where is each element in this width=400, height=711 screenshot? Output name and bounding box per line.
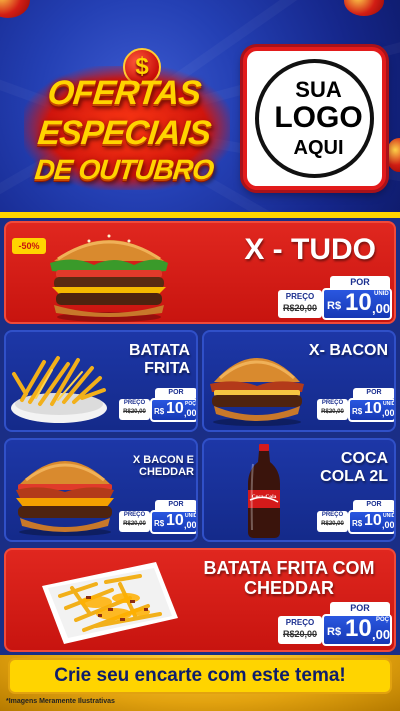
price-unit: UNID <box>383 513 396 519</box>
old-price-box: PREÇO R$20,00 <box>317 399 348 420</box>
header-banner: $ OFERTAS ESPECIAIS DE OUTUBRO SUA LOGO … <box>0 0 400 215</box>
price-preco-label: PREÇO <box>285 618 315 627</box>
product-card-x-bacon: X- BACON POR PREÇO R$20,00 R$ 10 UNID ,0… <box>202 330 396 432</box>
coin-decoration <box>386 138 400 172</box>
logo-placeholder: SUA LOGO AQUI <box>243 47 386 190</box>
cta-banner[interactable]: Crie seu encarte com este tema! <box>8 658 392 694</box>
price-currency: R$ <box>327 300 342 312</box>
price-integer: 10 <box>166 512 184 529</box>
price-preco-label: PREÇO <box>321 400 344 406</box>
title-line-especiais: ESPECIAIS <box>35 114 213 152</box>
price-currency: R$ <box>352 519 363 528</box>
old-price-box: PREÇO R$20,00 <box>278 290 322 318</box>
product-name: X BACON E CHEDDAR <box>132 454 194 479</box>
header-title: $ OFERTAS ESPECIAIS DE OUTUBRO <box>18 48 230 197</box>
price-tag: POR PREÇO R$20,00 R$ 10 UNID ,00 <box>119 500 198 536</box>
cheese-fries-illustration-icon <box>42 562 178 644</box>
burger-illustration-icon <box>16 461 114 536</box>
price-por-label: POR <box>353 500 394 510</box>
price-currency: R$ <box>154 519 165 528</box>
price-preco-label: PREÇO <box>123 400 146 406</box>
price-decimal: ,00 <box>372 301 391 316</box>
price-tag: POR PREÇO R$20,00 R$ 10 UNID ,00 <box>317 388 396 424</box>
product-name: BATATA FRITA <box>128 342 190 377</box>
product-card-coca-cola: Coca-Cola COCA COLA 2L POR PREÇO R$20,00… <box>202 438 396 542</box>
soda-bottle-illustration-icon: Coca-Cola <box>248 444 280 538</box>
product-name: X- BACON <box>308 342 388 359</box>
price-currency: R$ <box>154 407 165 416</box>
logo-circle: SUA LOGO AQUI <box>255 59 374 178</box>
price-unit: POÇ <box>376 617 390 623</box>
flyer-page: $ OFERTAS ESPECIAIS DE OUTUBRO SUA LOGO … <box>0 0 400 711</box>
old-price: R$20,00 <box>321 409 344 415</box>
price-unit: UNID <box>185 513 198 519</box>
price-tag: POR PREÇO R$20,00 R$ 10 UNID ,00 <box>317 500 396 536</box>
product-card-batata-frita: BATATA FRITA POR PREÇO R$20,00 R$ 10 POÇ… <box>4 330 198 432</box>
old-price: R$20,00 <box>282 303 318 313</box>
old-price: R$20,00 <box>321 521 344 527</box>
product-name: BATATA FRITA COM CHEDDAR <box>203 558 375 599</box>
price-tag: POR PREÇO R$20,00 R$ 10 POÇ ,00 <box>278 602 394 650</box>
discount-badge: -50% <box>12 238 46 254</box>
price-tag: POR PREÇO R$20,00 R$ 10 POÇ ,00 <box>119 388 197 424</box>
product-card-x-bacon-cheddar: X BACON E CHEDDAR POR PREÇO R$20,00 R$ 1… <box>4 438 198 542</box>
price-decimal: ,00 <box>184 520 197 530</box>
coin-decoration <box>344 0 384 16</box>
price-decimal: ,00 <box>372 627 391 642</box>
price-decimal: ,00 <box>382 520 395 530</box>
logo-text-aqui: AQUI <box>293 137 344 159</box>
price-integer: 10 <box>166 400 184 417</box>
logo-text-logo: LOGO <box>274 101 363 134</box>
old-price: R$20,00 <box>123 521 146 527</box>
product-name: X - TUDO <box>244 233 376 266</box>
old-price-box: PREÇO R$20,00 <box>119 511 150 532</box>
price-por-label: POR <box>155 388 196 398</box>
new-price-box: R$ 10 UNID ,00 <box>348 398 396 422</box>
price-por-label: POR <box>353 388 394 398</box>
old-price: R$20,00 <box>123 409 146 415</box>
burger-illustration-icon <box>210 358 304 426</box>
burger-illustration-icon <box>50 234 168 322</box>
disclaimer-text: *Imagens Meramente Ilustrativas <box>6 698 115 705</box>
old-price-box: PREÇO R$20,00 <box>317 511 348 532</box>
old-price: R$20,00 <box>282 629 318 639</box>
coca-logo-text: Coca-Cola <box>252 494 277 500</box>
price-currency: R$ <box>352 407 363 416</box>
price-preco-label: PREÇO <box>321 512 344 518</box>
price-unit: POÇ <box>185 401 196 407</box>
price-decimal: ,00 <box>382 408 395 418</box>
logo-text-sua: SUA <box>295 77 342 102</box>
new-price-box: R$ 10 POÇ ,00 <box>322 614 392 646</box>
title-line-ofertas: OFERTAS <box>45 74 203 112</box>
price-integer: 10 <box>364 400 382 417</box>
title-line-de-outubro: DE OUTUBRO <box>33 154 215 185</box>
fries-illustration-icon <box>11 356 107 423</box>
price-unit: UNID <box>383 401 396 407</box>
price-currency: R$ <box>327 626 342 638</box>
old-price-box: PREÇO R$20,00 <box>119 399 150 420</box>
new-price-box: R$ 10 UNID ,00 <box>150 510 198 534</box>
price-preco-label: PREÇO <box>285 292 315 301</box>
price-tag: POR PREÇO R$20,00 R$ 10 UNID ,00 <box>278 276 394 322</box>
price-decimal: ,00 <box>184 408 197 418</box>
header-divider <box>0 212 400 218</box>
price-integer: 10 <box>345 615 372 642</box>
price-integer: 10 <box>364 512 382 529</box>
product-card-batata-cheddar: BATATA FRITA COM CHEDDAR POR PREÇO R$20,… <box>4 548 396 652</box>
product-card-x-tudo: -50% X - TUDO POR PREÇO R$20,00 R$ 10 UN… <box>4 221 396 324</box>
new-price-box: R$ 10 UNID ,00 <box>348 510 396 534</box>
price-por-label: POR <box>155 500 196 510</box>
price-unit: UNID <box>374 291 389 297</box>
new-price-box: R$ 10 UNID ,00 <box>322 288 392 320</box>
price-preco-label: PREÇO <box>123 512 146 518</box>
product-name: COCA COLA 2L <box>320 450 388 485</box>
new-price-box: R$ 10 POÇ ,00 <box>150 398 197 422</box>
old-price-box: PREÇO R$20,00 <box>278 616 322 644</box>
price-integer: 10 <box>345 289 372 316</box>
coin-decoration <box>0 0 30 18</box>
